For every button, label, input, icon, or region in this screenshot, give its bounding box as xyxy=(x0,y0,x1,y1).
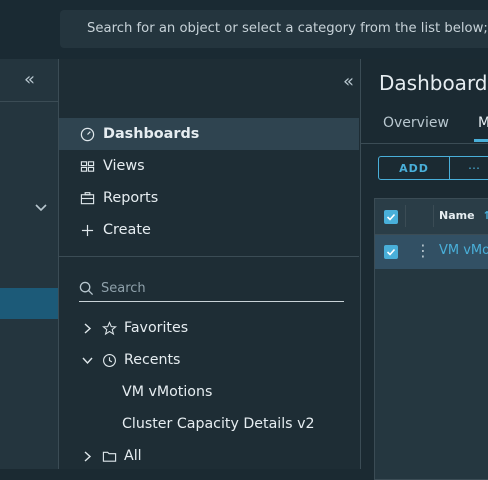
select-all-checkbox[interactable] xyxy=(384,210,398,224)
nav-search-input[interactable] xyxy=(99,279,333,297)
history-icon xyxy=(101,352,117,368)
divider xyxy=(0,101,58,102)
nav-item-label: Reports xyxy=(103,190,159,206)
column-header-name[interactable]: Name ↑ xyxy=(439,209,488,222)
nav-item-reports[interactable]: Reports xyxy=(59,182,359,214)
add-button[interactable]: ADD xyxy=(378,156,450,180)
folder-icon xyxy=(101,448,117,464)
rail-active-item[interactable] xyxy=(0,288,58,319)
tree-item-favorites[interactable]: Favorites xyxy=(81,316,188,340)
tree-item-label: VM vMotions xyxy=(122,384,213,400)
active-tab-indicator xyxy=(474,139,488,142)
nav-panel: « Dashboards Views Reports Create Favori… xyxy=(59,59,361,469)
tree-item-recents[interactable]: Recents xyxy=(81,348,180,372)
tab-manage[interactable]: M xyxy=(478,115,488,131)
nav-item-label: Dashboards xyxy=(103,126,200,142)
tree-item-label: Cluster Capacity Details v2 xyxy=(122,416,315,432)
search-icon xyxy=(79,281,94,295)
plus-icon xyxy=(79,222,96,239)
global-search-input[interactable]: Search for an object or select a categor… xyxy=(60,10,488,48)
tree-item-all[interactable]: All xyxy=(81,444,142,468)
row-checkbox[interactable] xyxy=(384,245,398,259)
column-separator xyxy=(433,205,434,227)
reports-icon xyxy=(79,190,96,207)
views-icon xyxy=(79,158,96,175)
chevron-down-icon[interactable] xyxy=(81,356,93,365)
left-rail: « xyxy=(0,59,59,469)
row-name-link[interactable]: VM vMo xyxy=(439,243,488,258)
star-icon xyxy=(101,320,117,336)
nav-search xyxy=(79,275,344,302)
tree-item-cluster-capacity[interactable]: Cluster Capacity Details v2 xyxy=(122,412,315,436)
tab-overview[interactable]: Overview xyxy=(383,115,449,131)
column-separator xyxy=(405,205,406,227)
top-bar: Search for an object or select a categor… xyxy=(0,0,488,59)
grid-header: Name ↑ xyxy=(375,199,488,235)
check-icon xyxy=(386,213,396,221)
nav-item-views[interactable]: Views xyxy=(59,150,359,182)
chevron-right-icon[interactable] xyxy=(81,322,93,334)
dashboard-grid: Name ↑ ⋮ VM vMo xyxy=(374,198,488,480)
more-actions-button[interactable]: ⋯ xyxy=(449,156,488,180)
table-row[interactable]: ⋮ VM vMo xyxy=(375,235,488,269)
tree-item-label: Favorites xyxy=(124,320,189,336)
sort-ascending-icon[interactable]: ↑ xyxy=(482,209,488,222)
double-chevron-left-icon[interactable]: « xyxy=(343,71,354,92)
nav-item-dashboards[interactable]: Dashboards xyxy=(59,118,359,150)
tree-item-vm-vmotions[interactable]: VM vMotions xyxy=(122,380,212,404)
chevron-down-icon[interactable] xyxy=(34,201,48,215)
divider xyxy=(59,256,359,257)
dashboard-icon xyxy=(79,126,96,143)
page-title: Dashboards xyxy=(379,71,488,95)
double-chevron-left-icon[interactable]: « xyxy=(24,69,35,90)
nav-item-label: Create xyxy=(103,222,151,238)
check-icon xyxy=(386,248,396,256)
nav-item-create[interactable]: Create xyxy=(59,214,359,246)
tab-bar: Overview M xyxy=(361,111,488,144)
tree-item-label: All xyxy=(124,448,142,464)
chevron-right-icon[interactable] xyxy=(81,450,93,462)
main-content: Dashboards Overview M ADD ⋯ Name ↑ ⋮ VM … xyxy=(361,59,488,480)
row-actions-icon[interactable]: ⋮ xyxy=(415,242,431,260)
tree-item-label: Recents xyxy=(124,352,181,368)
nav-item-label: Views xyxy=(103,158,145,174)
